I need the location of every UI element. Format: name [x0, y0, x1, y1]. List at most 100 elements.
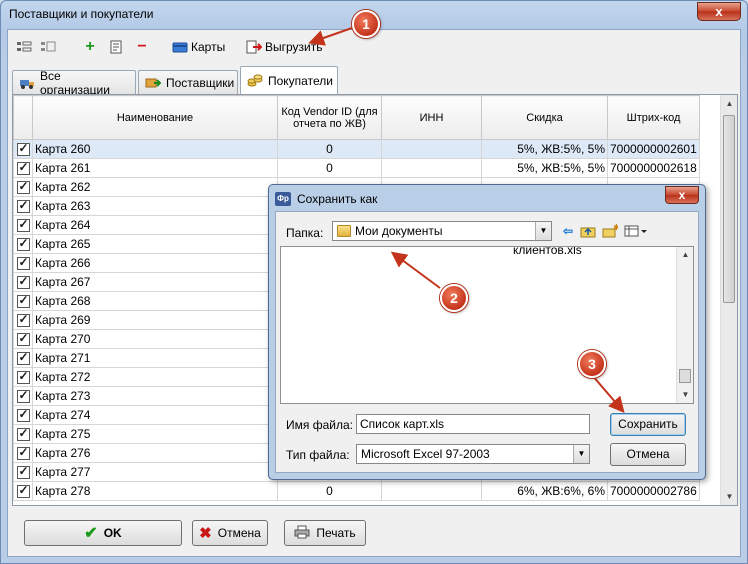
row-checkbox[interactable]	[13, 310, 33, 330]
tab-all-organizations[interactable]: Все организации	[12, 69, 136, 97]
edit-button[interactable]	[108, 38, 124, 56]
checkbox-checked-icon[interactable]	[16, 141, 30, 156]
row-checkbox[interactable]	[13, 196, 33, 216]
checkbox-checked-icon[interactable]	[16, 160, 30, 175]
row-checkbox[interactable]	[13, 386, 33, 406]
row-checkbox[interactable]	[13, 405, 33, 425]
button-bar: ✔ OK ✖ Отмена Печать	[8, 512, 740, 556]
print-button[interactable]: Печать	[284, 520, 366, 546]
checkbox-checked-icon[interactable]	[16, 312, 30, 327]
checkbox-checked-icon[interactable]	[16, 331, 30, 346]
row-checkbox[interactable]	[13, 348, 33, 368]
table-row[interactable]: Карта 2780 6%, ЖВ:6%, 6%7000000002786	[13, 481, 700, 501]
checkbox-checked-icon[interactable]	[16, 350, 30, 365]
row-checkbox[interactable]	[13, 481, 33, 501]
up-folder-icon[interactable]	[580, 224, 596, 238]
filetype-chevron-down-icon[interactable]: ▼	[573, 445, 589, 463]
row-checkbox[interactable]	[13, 424, 33, 444]
column-header-discount[interactable]: Скидка	[481, 95, 608, 140]
tab-suppliers[interactable]: Поставщики	[138, 70, 238, 94]
remove-button[interactable]: −	[134, 38, 150, 56]
checkbox-checked-icon[interactable]	[16, 293, 30, 308]
tab-buyers[interactable]: Покупатели	[240, 66, 338, 94]
cancel-x-icon: ✖	[199, 525, 212, 542]
tree-view-icon	[16, 40, 32, 54]
filename-label: Имя файла:	[286, 418, 353, 432]
row-checkbox[interactable]	[13, 329, 33, 349]
checkbox-checked-icon[interactable]	[16, 464, 30, 479]
checkbox-checked-icon[interactable]	[16, 369, 30, 384]
cell-discount: 6%, ЖВ:6%, 6%	[481, 481, 608, 501]
export-label: Выгрузить	[265, 40, 323, 54]
file-list-scrollbar[interactable]: ▲ ▼	[676, 247, 693, 403]
cards-button[interactable]: Карты	[172, 38, 225, 56]
dialog-close-button[interactable]: x	[665, 186, 699, 204]
plus-icon: +	[85, 38, 95, 55]
cancel-button[interactable]: ✖ Отмена	[192, 520, 268, 546]
file-item[interactable]: клиентов.xls	[513, 247, 582, 257]
list-view-button[interactable]	[40, 38, 56, 56]
table-row[interactable]: Карта 2610 5%, ЖВ:5%, 5%7000000002618	[13, 158, 700, 178]
new-folder-icon[interactable]: ✱	[602, 223, 620, 238]
folder-select[interactable]: Мои документы ▼	[332, 221, 552, 241]
checkbox-checked-icon[interactable]	[16, 388, 30, 403]
supplier-icon	[145, 76, 162, 90]
ok-label: OK	[103, 526, 122, 540]
column-header-name[interactable]: Наименование	[32, 95, 278, 140]
tree-view-button[interactable]	[16, 38, 32, 56]
row-checkbox[interactable]	[13, 253, 33, 273]
dialog-title: Сохранить как	[297, 192, 378, 206]
column-header-inn[interactable]: ИНН	[381, 95, 482, 140]
checkbox-checked-icon[interactable]	[16, 483, 30, 498]
column-header-check[interactable]	[13, 95, 33, 140]
checkbox-checked-icon[interactable]	[16, 236, 30, 251]
dialog-title-bar: Фр Сохранить как	[275, 189, 377, 209]
checkbox-checked-icon[interactable]	[16, 217, 30, 232]
file-scroll-up-icon[interactable]: ▲	[677, 247, 693, 263]
checkbox-checked-icon[interactable]	[16, 274, 30, 289]
row-checkbox[interactable]	[13, 177, 33, 197]
row-checkbox[interactable]	[13, 272, 33, 292]
row-checkbox[interactable]	[13, 443, 33, 463]
back-arrow-icon[interactable]: ⇦	[560, 224, 576, 238]
filename-input[interactable]: Список карт.xls	[356, 414, 590, 434]
checkbox-checked-icon[interactable]	[16, 179, 30, 194]
row-checkbox[interactable]	[13, 139, 33, 159]
export-button[interactable]: Выгрузить	[246, 38, 323, 56]
checkbox-checked-icon[interactable]	[16, 255, 30, 270]
cell-name: Карта 262	[32, 177, 278, 197]
scroll-down-icon[interactable]: ▼	[721, 488, 737, 505]
close-button[interactable]: x	[697, 2, 741, 21]
export-icon	[246, 40, 263, 54]
row-checkbox[interactable]	[13, 215, 33, 235]
row-checkbox[interactable]	[13, 462, 33, 482]
row-checkbox[interactable]	[13, 291, 33, 311]
ok-button[interactable]: ✔ OK	[24, 520, 182, 546]
dialog-cancel-button[interactable]: Отмена	[610, 443, 686, 466]
view-menu-icon[interactable]	[624, 224, 650, 238]
table-row[interactable]: Карта 2600 5%, ЖВ:5%, 5%7000000002601	[13, 139, 700, 159]
scroll-thumb[interactable]	[723, 115, 735, 303]
filetype-value: Microsoft Excel 97-2003	[361, 447, 490, 461]
row-checkbox[interactable]	[13, 158, 33, 178]
column-header-barcode[interactable]: Штрих-код	[607, 95, 700, 140]
file-scroll-thumb[interactable]	[679, 369, 691, 383]
grid-scrollbar[interactable]: ▲ ▼	[720, 95, 737, 505]
file-scroll-down-icon[interactable]: ▼	[677, 387, 693, 403]
filetype-select[interactable]: Microsoft Excel 97-2003 ▼	[356, 444, 590, 464]
save-button[interactable]: Сохранить	[610, 413, 686, 436]
column-header-vendor-id[interactable]: Код Vendor ID (для отчета по ЖВ)	[277, 95, 382, 140]
checkbox-checked-icon[interactable]	[16, 445, 30, 460]
checkbox-checked-icon[interactable]	[16, 198, 30, 213]
add-button[interactable]: +	[82, 38, 98, 56]
file-list[interactable]: клиентов.xls ▲ ▼	[280, 246, 694, 404]
row-checkbox[interactable]	[13, 367, 33, 387]
chevron-down-icon[interactable]: ▼	[535, 222, 551, 240]
checkbox-checked-icon[interactable]	[16, 426, 30, 441]
list-view-icon	[40, 40, 56, 54]
cell-name: Карта 276	[32, 443, 278, 463]
scroll-up-icon[interactable]: ▲	[721, 95, 737, 112]
cell-name: Карта 275	[32, 424, 278, 444]
checkbox-checked-icon[interactable]	[16, 407, 30, 422]
row-checkbox[interactable]	[13, 234, 33, 254]
